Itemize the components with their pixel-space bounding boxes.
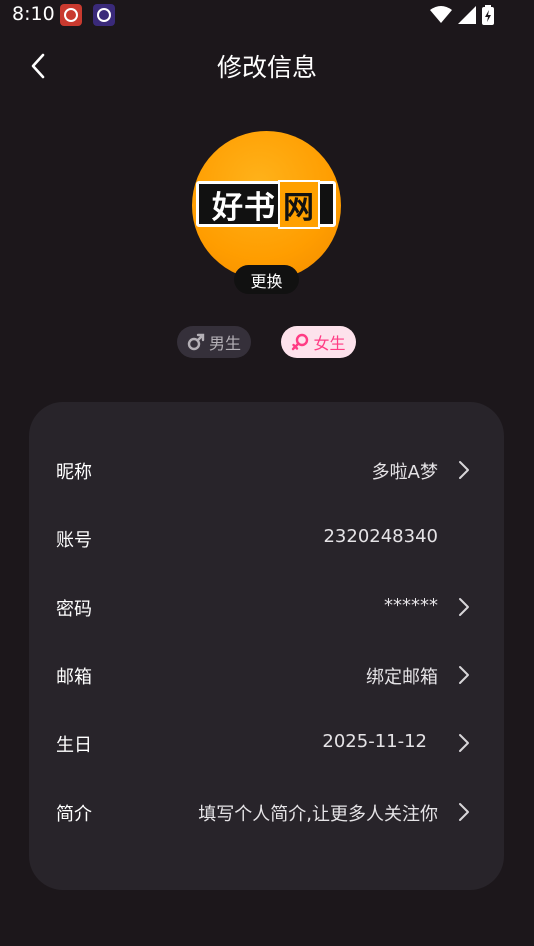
row-value: 填写个人简介,让更多人关注你 [198, 804, 438, 825]
chevron-right-icon [459, 461, 469, 479]
row-email[interactable]: 邮箱 绑定邮箱 [29, 655, 504, 695]
row-label: 昵称 [56, 462, 92, 483]
status-bar: 8:10 [0, 0, 534, 30]
gender-male-button[interactable]: 男生 [177, 326, 251, 358]
row-value: 2320248340 [323, 526, 438, 547]
row-password[interactable]: 密码 ****** [29, 587, 504, 627]
edit-profile-screen: 8:10 修改信息 好书 网 更换 男生 女生 昵称 多啦A梦 账号 23202… [0, 0, 534, 946]
page-title: 修改信息 [216, 53, 317, 82]
male-icon [187, 333, 205, 351]
row-value: 多啦A梦 [371, 462, 438, 483]
status-time: 8:10 [12, 3, 55, 25]
row-bio[interactable]: 简介 填写个人简介,让更多人关注你 [29, 792, 504, 832]
row-label: 邮箱 [56, 667, 92, 688]
avatar-image: 好书网 [192, 131, 341, 280]
gender-female-button[interactable]: 女生 [281, 326, 356, 358]
chevron-right-icon [459, 734, 469, 752]
avatar-logo: 好书网 [196, 179, 336, 229]
row-label: 账号 [56, 530, 92, 551]
avatar-logo-box: 网 [278, 179, 320, 229]
row-value: ****** [384, 595, 438, 616]
chevron-right-icon [459, 666, 469, 684]
signal-icon [458, 6, 476, 24]
row-account: 账号 2320248340 [29, 518, 504, 558]
avatar-logo-text: 好书网 [212, 179, 320, 229]
page-header: 修改信息 [0, 36, 534, 94]
notification-app-icon [60, 4, 82, 26]
wifi-icon [430, 6, 452, 23]
row-value: 绑定邮箱 [366, 667, 438, 688]
chevron-right-icon [459, 598, 469, 616]
avatar[interactable]: 好书网 [192, 131, 341, 280]
female-icon [292, 333, 309, 351]
battery-charging-icon [482, 5, 494, 25]
row-birthday[interactable]: 生日 2025-11-12 [29, 723, 504, 763]
status-indicators [430, 5, 494, 25]
chevron-right-icon [459, 803, 469, 821]
notification-shield-app-icon [93, 4, 115, 26]
row-nickname[interactable]: 昵称 多啦A梦 [29, 450, 504, 490]
avatar-logo-main: 好书 [212, 189, 276, 226]
row-label: 生日 [56, 735, 92, 756]
row-label: 密码 [56, 599, 92, 620]
change-avatar-button[interactable]: 更换 [234, 265, 299, 294]
row-value: 2025-11-12 [322, 731, 427, 752]
gender-female-label: 女生 [313, 334, 346, 353]
row-label: 简介 [56, 804, 92, 825]
gender-male-label: 男生 [208, 334, 241, 353]
profile-info-card: 昵称 多啦A梦 账号 2320248340 密码 ****** 邮箱 绑定邮箱 [29, 402, 504, 890]
